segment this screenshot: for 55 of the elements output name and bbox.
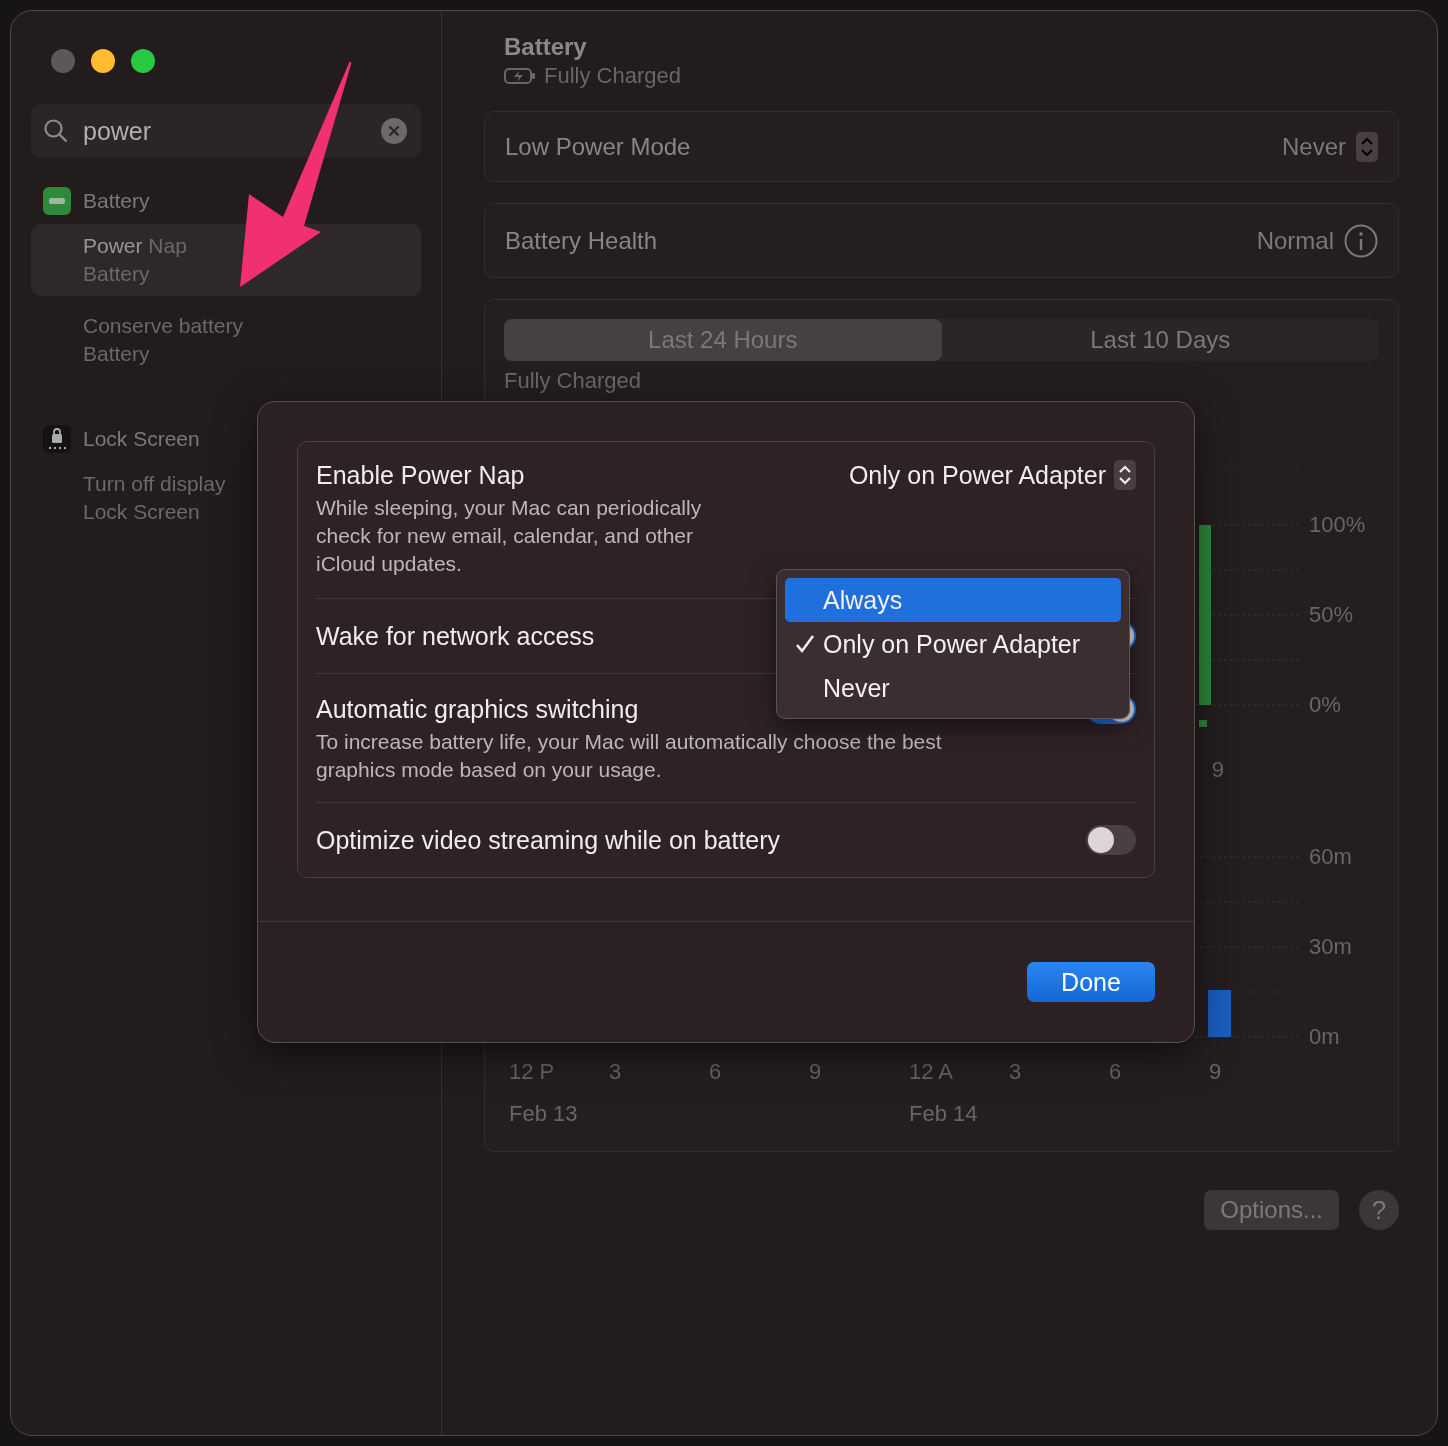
axis-label: 12 P — [508, 1058, 556, 1086]
info-icon[interactable] — [1344, 223, 1378, 258]
setting-card: Low Power Mode Never — [484, 111, 1399, 182]
help-button[interactable]: ? — [1359, 1190, 1399, 1230]
axis-label: 3 — [608, 1058, 623, 1086]
options-button[interactable]: Options... — [1204, 1190, 1339, 1230]
axis-label: 60m — [1309, 843, 1353, 871]
lock-icon — [43, 425, 71, 453]
menu-item[interactable]: Never — [785, 666, 1121, 710]
chart-caption: Fully Charged — [504, 369, 642, 393]
setting-description: To increase battery life, your Mac will automatically choose the best graphics mode based on your usage. — [316, 729, 943, 783]
search-field[interactable]: power — [31, 104, 421, 158]
axis-label: 50% — [1309, 601, 1355, 629]
menu-item[interactable]: Only on Power Adapter — [785, 622, 1121, 666]
axis-label: 3 — [1008, 1058, 1023, 1086]
axis-label: 100% — [1309, 511, 1367, 539]
segment-tab[interactable]: Last 10 Days — [941, 319, 1379, 361]
battery-status: Fully Charged — [544, 63, 681, 89]
axis-label: 9 — [1208, 1058, 1223, 1086]
toggle-switch[interactable] — [1086, 825, 1136, 855]
done-button[interactable]: Done — [1027, 962, 1155, 1002]
setting-title: Wake for network access — [316, 621, 595, 651]
axis-label: 9 — [808, 1058, 823, 1086]
axis-label: 9 — [1211, 756, 1224, 784]
setting-value[interactable]: Never — [1281, 132, 1346, 161]
battery-charging-icon — [504, 68, 536, 84]
group-title: Lock Screen — [83, 427, 200, 451]
setting-title: Enable Power Nap — [316, 460, 526, 490]
axis-label: 12 A — [908, 1058, 955, 1086]
setting-card: Battery Health Normal — [484, 203, 1399, 278]
axis-label: 0m — [1309, 1023, 1341, 1051]
battery-icon — [43, 187, 71, 215]
setting-title: Automatic graphics switching — [316, 694, 640, 724]
search-result[interactable]: Power Nap Battery — [31, 224, 421, 296]
popup-button[interactable]: Only on Power Adapter — [848, 460, 1136, 490]
setting-description: While sleeping, your Mac can periodically check for new email, calendar, and other iCloud updates. — [316, 495, 703, 577]
setting-title: Optimize video streaming while on battery — [316, 825, 781, 855]
clear-icon[interactable] — [381, 118, 407, 144]
date-label: Feb 14 — [908, 1100, 979, 1128]
date-label: Feb 13 — [508, 1100, 579, 1128]
up-down-chevron-icon — [1114, 460, 1136, 490]
page-title: Battery — [503, 33, 588, 61]
window-control[interactable] — [131, 49, 155, 73]
menu-item[interactable]: Always — [785, 578, 1121, 622]
axis-label: 30m — [1309, 933, 1353, 961]
axis-label: 6 — [1108, 1058, 1123, 1086]
window-control[interactable] — [91, 49, 115, 73]
axis-label: 6 — [708, 1058, 723, 1086]
checkmark-icon — [795, 634, 815, 654]
setting-value: Normal — [1256, 226, 1334, 255]
group-title: Battery — [83, 189, 150, 213]
up-down-chevron-icon — [1356, 131, 1378, 162]
search-result[interactable]: Conserve battery Battery — [31, 304, 421, 376]
axis-label: 0% — [1309, 691, 1342, 719]
search-icon — [43, 118, 69, 144]
